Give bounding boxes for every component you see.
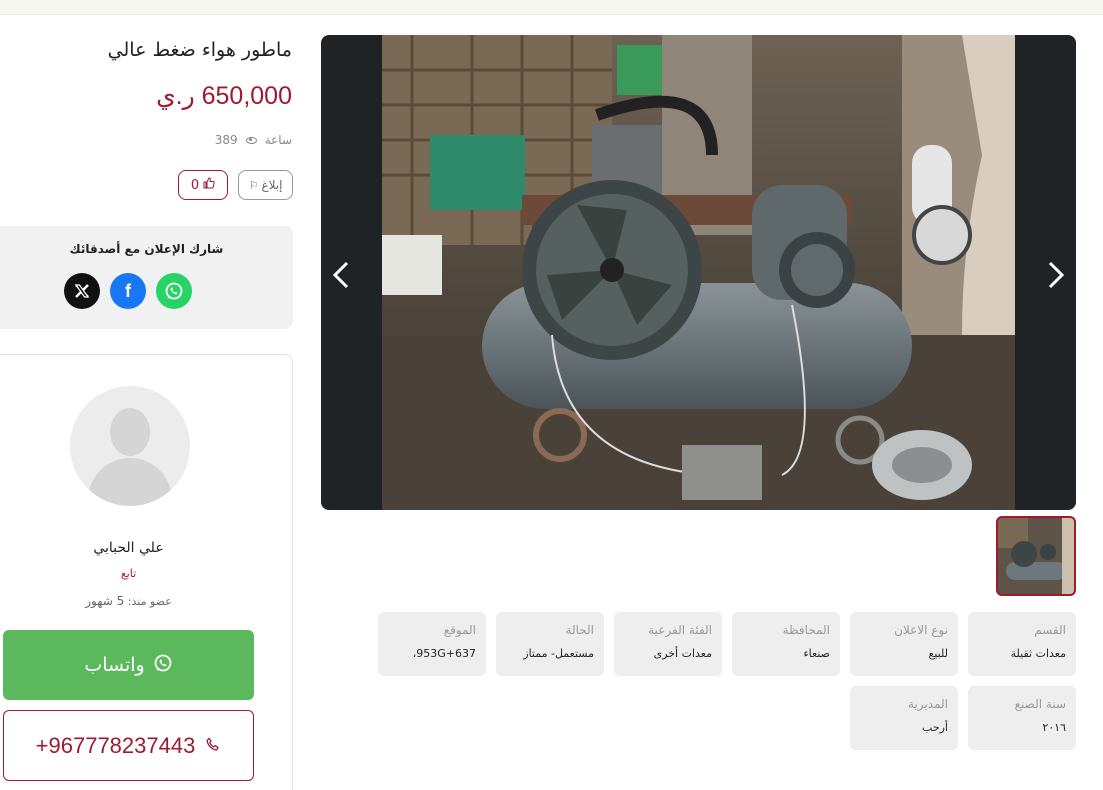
flag-icon: ⚐ [248, 178, 259, 192]
detail-location[interactable]: الموقع 953G+637، [378, 612, 486, 676]
image-gallery [321, 35, 1076, 510]
prev-image-button[interactable] [326, 255, 356, 295]
whatsapp-label: واتساب [84, 654, 145, 676]
whatsapp-icon[interactable] [156, 273, 192, 309]
phone-icon [205, 733, 221, 759]
avatar [70, 386, 190, 506]
detail-subcategory: الفئة الفرعية معدات أخرى [614, 612, 722, 676]
listing-meta: ساعة 389 [215, 133, 292, 147]
share-panel: شارك الإعلان مع أصدقائك f [0, 226, 293, 329]
detail-category: القسم معدات ثقيلة [968, 612, 1076, 676]
member-since: عضو منذ: 5 شهور [0, 594, 266, 608]
top-bar [0, 0, 1103, 15]
phone-number: +967778237443 [35, 732, 196, 758]
thumbnail-image[interactable] [996, 516, 1076, 596]
detail-ad-type: نوع الاعلان للبيع [850, 612, 958, 676]
thumbs-up-icon [203, 177, 215, 193]
detail-governorate: المحافظة صنعاء [732, 612, 840, 676]
next-image-button[interactable] [1041, 255, 1071, 295]
seller-name[interactable]: علي الحبابي [0, 540, 266, 556]
like-button[interactable]: 0 [178, 170, 228, 200]
phone-contact-button[interactable]: +967778237443 [3, 710, 254, 781]
time-label: ساعة [264, 133, 292, 147]
facebook-icon[interactable]: f [110, 273, 146, 309]
x-icon[interactable] [64, 273, 100, 309]
listing-photo[interactable] [382, 35, 1015, 510]
whatsapp-icon [153, 653, 173, 678]
report-label: إبلاغ [261, 178, 283, 192]
seller-type: تابع [120, 567, 137, 580]
like-count: 0 [190, 177, 200, 193]
report-button[interactable]: إبلاغ ⚐ [238, 170, 293, 200]
whatsapp-contact-button[interactable]: واتساب [3, 630, 254, 700]
detail-manufacture-year: سنة الصنع ٢٠١٦ [968, 686, 1076, 750]
member-since-value: 5 شهور [85, 594, 125, 608]
member-since-label: عضو منذ: [127, 595, 172, 608]
share-title: شارك الإعلان مع أصدقائك [69, 242, 224, 256]
listing-price: 650,000 ر.ي [156, 82, 292, 110]
detail-district: المديرية أرحب [850, 686, 958, 750]
eye-icon [245, 136, 257, 144]
listing-title: ماطور هواء ضغط عالي [107, 39, 292, 61]
share-icons: f [64, 273, 192, 309]
views-count: 389 [214, 133, 238, 147]
detail-condition: الحالة مستعمل- ممتاز [496, 612, 604, 676]
